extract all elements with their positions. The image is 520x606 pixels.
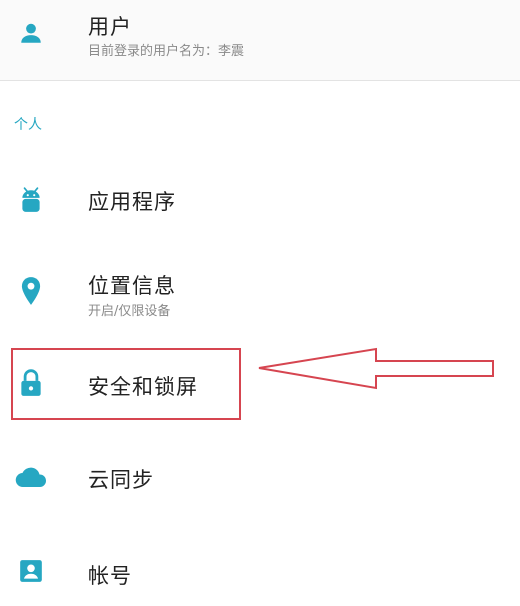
settings-item-apps-label: 应用程序 xyxy=(88,190,176,214)
settings-item-cloud-sync-label: 云同步 xyxy=(88,468,154,492)
user-row[interactable]: 用户 目前登录的用户名为：李震 xyxy=(0,0,520,81)
account-icon xyxy=(16,556,46,586)
cloud-icon xyxy=(14,462,48,492)
person-icon xyxy=(16,18,46,48)
settings-item-location[interactable]: 位置信息 开启/仅限设备 xyxy=(0,258,520,322)
annotation-arrow-icon xyxy=(258,347,494,390)
settings-item-apps[interactable]: 应用程序 xyxy=(0,168,520,232)
settings-item-location-subtitle: 开启/仅限设备 xyxy=(88,304,171,319)
android-icon xyxy=(16,185,46,215)
settings-item-account[interactable]: 帐号 xyxy=(0,540,520,604)
user-row-subtitle: 目前登录的用户名为：李震 xyxy=(88,44,245,59)
annotation-highlight-box xyxy=(11,348,241,420)
section-header-personal: 个人 xyxy=(14,117,42,133)
settings-screen: 用户 目前登录的用户名为：李震 个人 应用程序 位置信息 开启/仅限设备 安全和… xyxy=(0,0,520,606)
settings-item-location-label: 位置信息 xyxy=(88,274,176,298)
settings-item-account-label: 帐号 xyxy=(88,564,132,588)
settings-item-cloud-sync[interactable]: 云同步 xyxy=(0,446,520,510)
user-row-title: 用户 xyxy=(88,15,132,39)
location-icon xyxy=(16,276,46,306)
